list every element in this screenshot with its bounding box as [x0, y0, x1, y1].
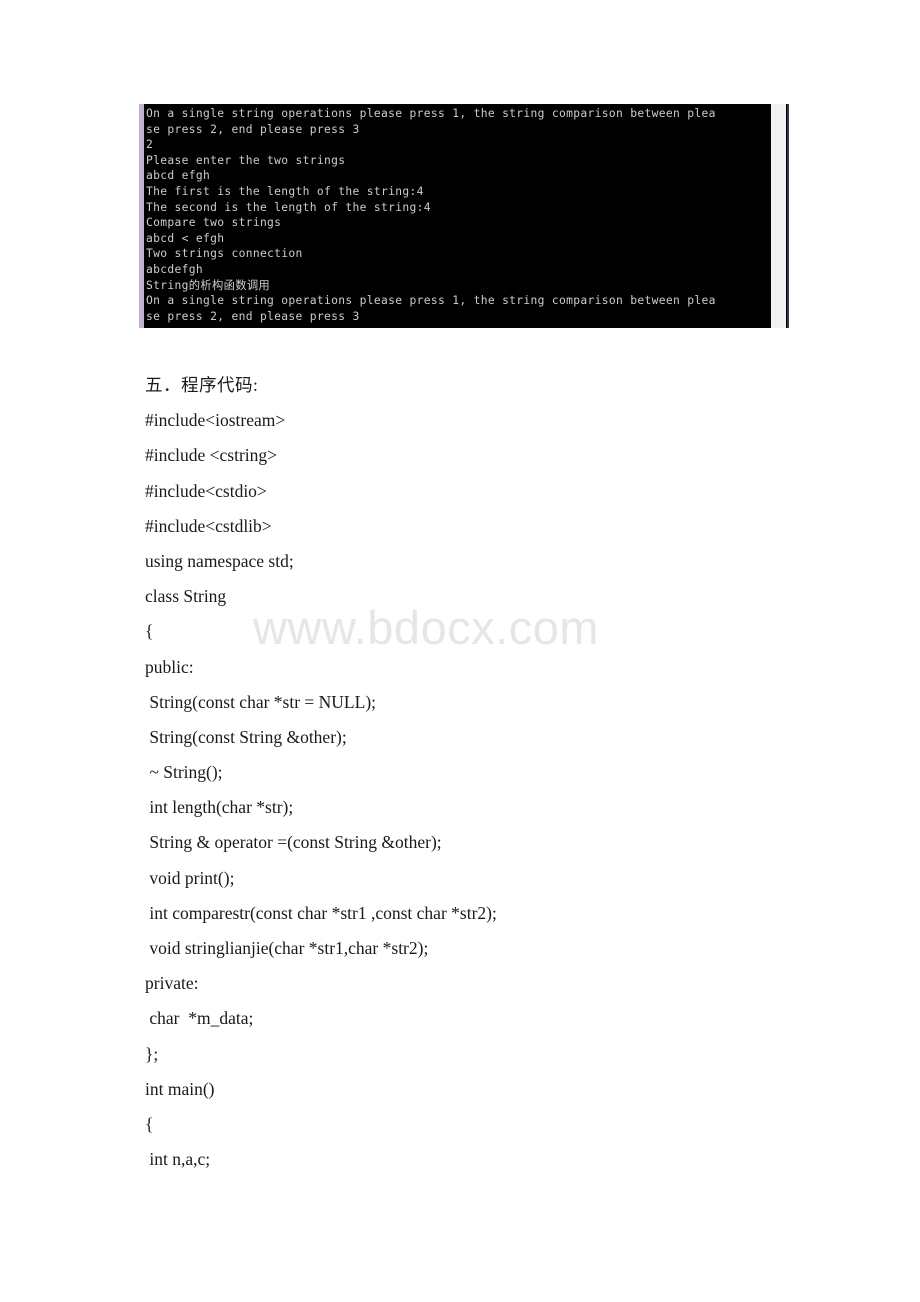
console-right-border — [787, 104, 789, 328]
code-line: #include <cstring> — [145, 445, 278, 466]
code-line: { — [145, 1113, 154, 1134]
code-line: int comparestr(const char *str1 ,const c… — [145, 902, 497, 923]
code-line: void print(); — [145, 867, 235, 888]
code-line: String(const String &other); — [145, 726, 347, 747]
console-line: abcdefgh — [146, 262, 203, 276]
code-line: private: — [145, 973, 199, 994]
console-line: 2 — [146, 138, 154, 152]
code-line: public: — [145, 656, 194, 677]
console-line: String的析构函数调用 — [146, 278, 271, 292]
console-line: Two strings connection — [146, 247, 303, 261]
code-line: char *m_data; — [145, 1008, 254, 1029]
document-page: www.bdocx.com On a single string operati… — [0, 0, 920, 1302]
code-line: { — [145, 621, 154, 642]
console-line: On a single string operations please pre… — [146, 294, 716, 308]
console-output-area: On a single string operations please pre… — [144, 104, 771, 328]
console-line: se press 2, end please press 3 — [146, 122, 360, 136]
code-line: void stringlianjie(char *str1,char *str2… — [145, 938, 429, 958]
console-line: On a single string operations please pre… — [146, 107, 716, 120]
console-line: abcd efgh — [146, 169, 211, 183]
console-scrollbar[interactable] — [771, 104, 787, 328]
code-line: }; — [145, 1043, 159, 1064]
code-line: String(const char *str = NULL); — [145, 691, 377, 712]
code-line: #include<cstdio> — [145, 480, 267, 501]
code-line: int n,a,c; — [145, 1149, 211, 1170]
code-line: #include<iostream> — [145, 410, 286, 431]
section-heading: 五．程序代码: — [145, 375, 259, 395]
console-line: se press 2, end please press 3 — [146, 309, 360, 323]
code-line: ~ String(); — [145, 762, 223, 783]
console-line: The first is the length of the string:4 — [146, 184, 424, 198]
code-line: String & operator =(const String &other)… — [145, 832, 442, 853]
code-line: class String — [145, 586, 227, 607]
document-text-body: 五．程序代码: #include<iostream> #include <cstr… — [145, 372, 845, 1181]
code-line: using namespace std; — [145, 550, 294, 571]
console-line: Compare two strings — [146, 216, 282, 230]
code-line: #include<cstdlib> — [145, 515, 272, 536]
code-line: int length(char *str); — [145, 797, 294, 818]
console-line: The second is the length of the string:4 — [146, 200, 431, 214]
console-line: Please enter the two strings — [146, 153, 346, 167]
console-line: abcd < efgh — [146, 231, 225, 245]
code-line: int main() — [145, 1078, 215, 1099]
console-screenshot: On a single string operations please pre… — [139, 104, 789, 328]
